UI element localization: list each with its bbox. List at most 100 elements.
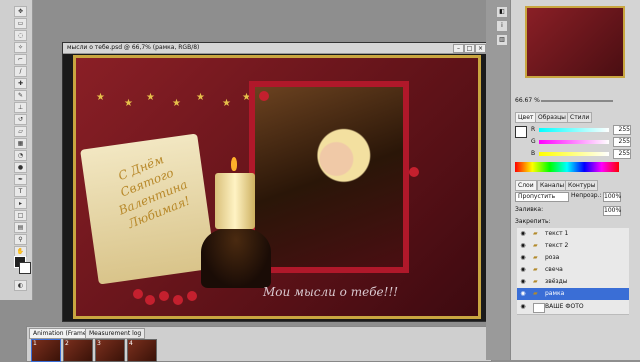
- right-panels: 66.67 % Цвет Образцы Стили R 255 G 255 B…: [510, 0, 640, 360]
- rose-icon: [159, 291, 169, 301]
- slice-tool-icon[interactable]: /: [14, 66, 27, 77]
- visibility-eye-icon[interactable]: ◉: [519, 276, 527, 288]
- visibility-eye-icon[interactable]: ◉: [519, 288, 527, 300]
- path-select-icon[interactable]: ▸: [14, 198, 27, 209]
- quick-mask-icon[interactable]: ◐: [14, 280, 27, 291]
- channel-value[interactable]: 255: [613, 125, 631, 135]
- navigator-preview[interactable]: [525, 6, 625, 78]
- rose-icon: [133, 289, 143, 299]
- minimize-icon[interactable]: –: [453, 44, 464, 53]
- tab-paths[interactable]: Контуры: [565, 180, 599, 191]
- folder-icon: ▰: [533, 242, 538, 249]
- animation-frame[interactable]: 2: [63, 339, 93, 362]
- shape-tool-icon[interactable]: □: [14, 210, 27, 221]
- folder-icon: ▰: [533, 230, 538, 237]
- visibility-eye-icon[interactable]: ◉: [519, 300, 527, 314]
- close-icon[interactable]: ×: [475, 44, 486, 53]
- color-foreground-swatch[interactable]: [515, 126, 527, 138]
- candle-holder: [201, 228, 271, 288]
- visibility-eye-icon[interactable]: ◉: [519, 252, 527, 264]
- channel-value[interactable]: 255: [613, 137, 631, 147]
- document-title-bar[interactable]: мысли о тебе.psd @ 66,7% (рамка, RGB/8) …: [63, 43, 487, 54]
- channel-label: B: [531, 150, 536, 157]
- channel-label: R: [531, 126, 536, 133]
- healing-brush-icon[interactable]: ✚: [14, 78, 27, 89]
- folder-icon: ▰: [533, 278, 538, 285]
- dodge-tool-icon[interactable]: ●: [14, 162, 27, 173]
- lock-label: Закрепить:: [515, 218, 551, 225]
- notes-tool-icon[interactable]: ▤: [14, 222, 27, 233]
- layer-name: ВАШЕ ФОТО: [545, 303, 584, 310]
- zoom-level[interactable]: 66.67 %: [515, 97, 540, 104]
- rose-icon: [409, 167, 419, 177]
- fill-field[interactable]: 100%: [603, 206, 621, 216]
- star-icon: ★: [172, 98, 181, 109]
- layer-thumbnail: [533, 303, 545, 313]
- info-icon[interactable]: i: [496, 20, 508, 32]
- tab-swatches[interactable]: Образцы: [535, 112, 569, 123]
- panel-dock-strip: [486, 0, 510, 360]
- crop-tool-icon[interactable]: ⌐: [14, 54, 27, 65]
- layer-name: свеча: [545, 266, 563, 273]
- frame-number: 2: [65, 340, 69, 347]
- pen-tool-icon[interactable]: ✒: [14, 174, 27, 185]
- blur-tool-icon[interactable]: ◔: [14, 150, 27, 161]
- layer-name: роза: [545, 254, 560, 261]
- opacity-field[interactable]: 100%: [603, 192, 621, 202]
- channel-value[interactable]: 255: [613, 149, 631, 159]
- gradient-tool-icon[interactable]: ▦: [14, 138, 27, 149]
- color-spectrum[interactable]: [515, 162, 619, 172]
- visibility-eye-icon[interactable]: ◉: [519, 228, 527, 240]
- animation-frame[interactable]: 1: [31, 339, 61, 362]
- move-tool-icon[interactable]: ✥: [14, 6, 27, 17]
- histogram-icon[interactable]: ▥: [496, 34, 508, 46]
- document-window: мысли о тебе.psd @ 66,7% (рамка, RGB/8) …: [62, 42, 488, 322]
- star-icon: ★: [146, 92, 155, 103]
- tab-measurement-log[interactable]: Measurement log: [85, 328, 146, 339]
- layer-name: текст 2: [545, 242, 569, 249]
- frame-number: 1: [33, 340, 37, 347]
- tab-layers[interactable]: Слои: [515, 180, 537, 191]
- zoom-slider[interactable]: [541, 100, 613, 102]
- lasso-tool-icon[interactable]: ◌: [14, 30, 27, 41]
- opacity-label: Непрозр.:: [571, 192, 602, 199]
- type-tool-icon[interactable]: T: [14, 186, 27, 197]
- brush-tool-icon[interactable]: ✎: [14, 90, 27, 101]
- heart-icon: [259, 91, 269, 101]
- color-channel-b: B 255: [527, 149, 637, 159]
- layer-row[interactable]: ◉ ВАШЕ ФОТО: [517, 300, 629, 315]
- animation-frame[interactable]: 3: [95, 339, 125, 362]
- color-channel-g: G 255: [527, 137, 637, 147]
- maximize-icon[interactable]: □: [464, 44, 475, 53]
- tab-styles[interactable]: Стили: [567, 112, 593, 123]
- layer-name: рамка: [545, 290, 565, 297]
- clone-stamp-icon[interactable]: ⊥: [14, 102, 27, 113]
- tab-color[interactable]: Цвет: [515, 112, 537, 123]
- eyedropper-tool-icon[interactable]: ⚲: [14, 234, 27, 245]
- navigator-icon[interactable]: ◧: [496, 6, 508, 18]
- fill-label: Заливка:: [515, 206, 544, 213]
- eraser-tool-icon[interactable]: ▱: [14, 126, 27, 137]
- layer-name: текст 1: [545, 230, 569, 237]
- marquee-tool-icon[interactable]: ▭: [14, 18, 27, 29]
- layer-name: звёзды: [545, 278, 568, 285]
- tab-channels[interactable]: Каналы: [537, 180, 568, 191]
- magic-wand-tool-icon[interactable]: ✧: [14, 42, 27, 53]
- channel-slider[interactable]: [539, 140, 609, 144]
- visibility-eye-icon[interactable]: ◉: [519, 240, 527, 252]
- history-brush-icon[interactable]: ↺: [14, 114, 27, 125]
- channel-label: G: [531, 138, 536, 145]
- visibility-eye-icon[interactable]: ◉: [519, 264, 527, 276]
- frame-number: 4: [129, 340, 133, 347]
- folder-icon: ▰: [533, 290, 538, 297]
- tools-panel: ✥ ▭ ◌ ✧ ⌐ / ✚ ✎ ⊥ ↺ ▱ ▦ ◔ ● ✒ T ▸ □ ▤ ⚲ …: [0, 0, 33, 300]
- folder-icon: ▰: [533, 254, 538, 261]
- animation-frame[interactable]: 4: [127, 339, 157, 362]
- blend-mode-select[interactable]: Пропустить: [515, 192, 569, 202]
- channel-slider[interactable]: [539, 152, 609, 156]
- channel-slider[interactable]: [539, 128, 609, 132]
- background-color-swatch[interactable]: [19, 262, 31, 274]
- caption-text: Мои мысли о тебе!!!: [263, 285, 399, 299]
- rose-icon: [145, 295, 155, 305]
- folder-icon: ▰: [533, 266, 538, 273]
